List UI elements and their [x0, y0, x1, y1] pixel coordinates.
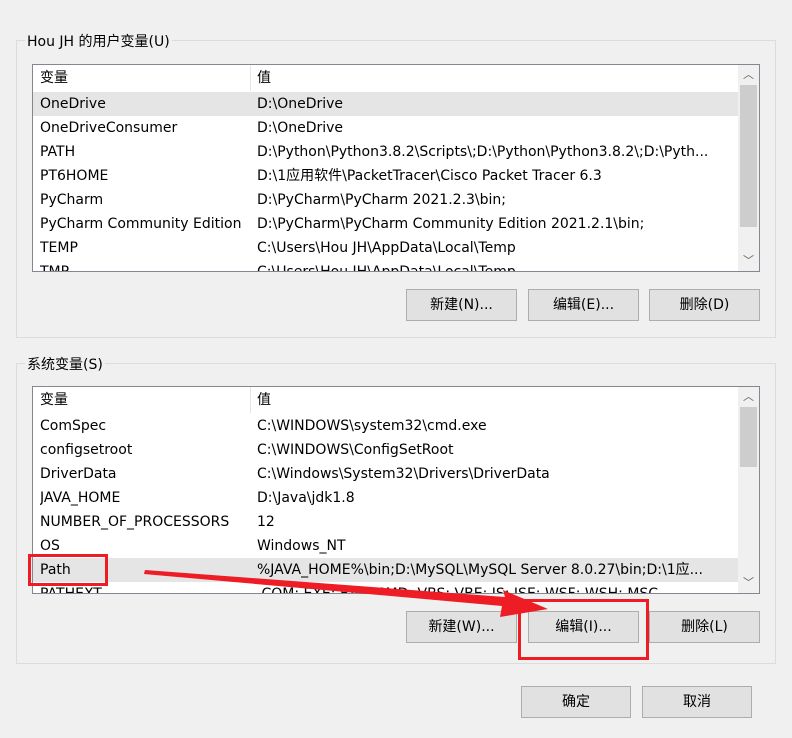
annotation-arrow	[144, 570, 548, 617]
